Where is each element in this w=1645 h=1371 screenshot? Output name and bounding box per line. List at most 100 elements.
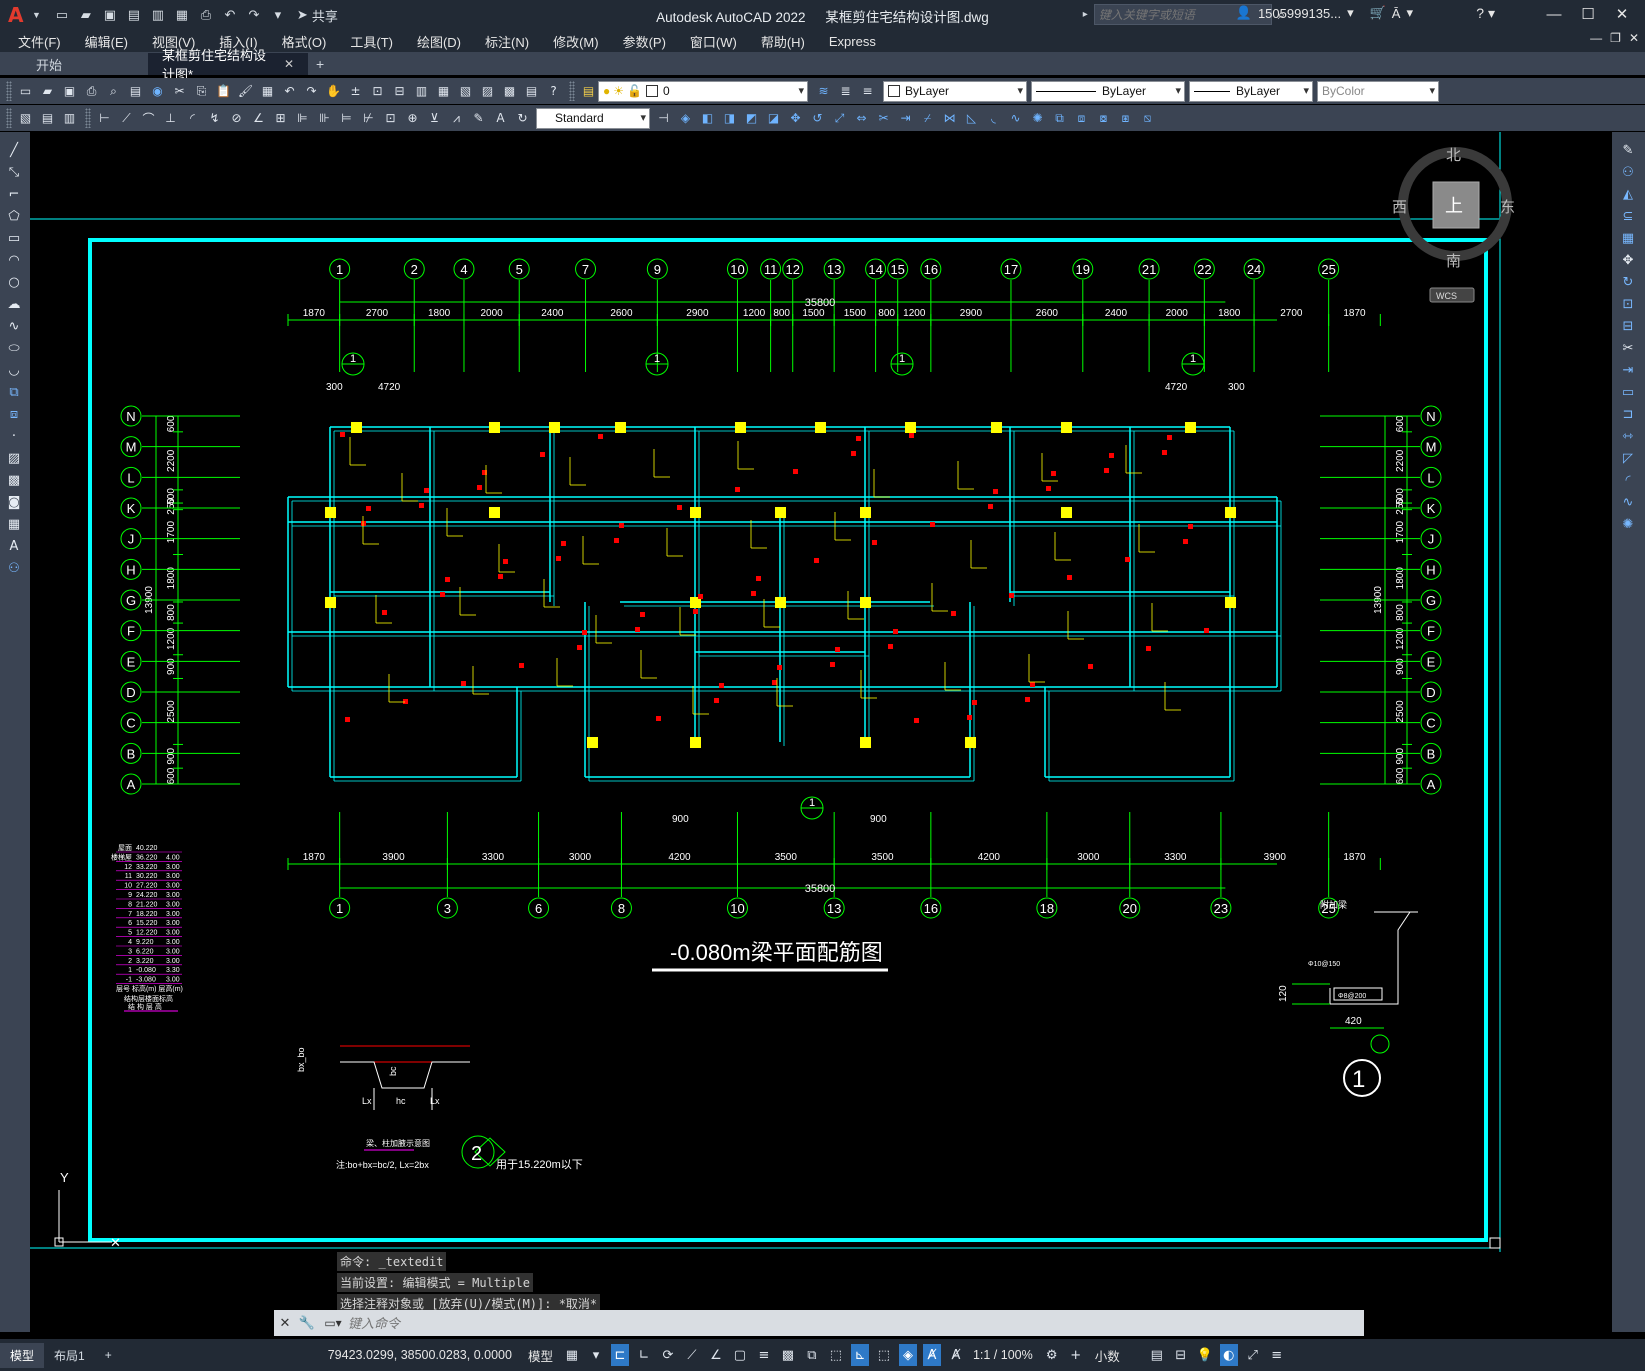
lineweight-icon[interactable]: ≡	[755, 1344, 773, 1366]
new-file-icon[interactable]: ▭	[53, 6, 71, 24]
design-center-icon[interactable]: ▦	[434, 82, 453, 101]
dim-break-icon[interactable]: ⊬	[359, 109, 378, 128]
polygon-icon[interactable]: ⬠	[3, 206, 25, 226]
paste-icon[interactable]: 📋	[214, 82, 233, 101]
lineweight-dropdown[interactable]: ByLayer	[1189, 80, 1313, 102]
grid-icon[interactable]: ▦	[563, 1344, 581, 1366]
cut-icon[interactable]: ✂	[170, 82, 189, 101]
dim-radius-icon[interactable]: ◜	[183, 109, 202, 128]
command-close-icon[interactable]: ✕	[274, 1315, 296, 1331]
selection-cycling-icon[interactable]: ⧉	[803, 1344, 821, 1366]
send-back-icon[interactable]: ⧇	[1094, 109, 1113, 128]
minimize-button[interactable]: —	[1537, 3, 1571, 27]
blend-icon[interactable]: ∿	[1006, 109, 1025, 128]
add-layout-icon[interactable]: +	[95, 1344, 122, 1366]
viewcube[interactable]: 上 北 南 东 西 WCS	[1392, 147, 1515, 303]
doc-minimize-icon[interactable]: —	[1590, 31, 1602, 45]
copy-object-icon[interactable]: ◧	[698, 109, 717, 128]
layer-previous-icon[interactable]: ≣	[836, 82, 855, 101]
markup-icon[interactable]: ▩	[500, 82, 519, 101]
doc-restore-icon[interactable]: ❐	[1610, 31, 1621, 45]
region-icon[interactable]: ◙	[3, 492, 25, 512]
line-icon[interactable]: ╱	[3, 140, 25, 160]
help-button[interactable]: ? ▾	[1476, 5, 1495, 22]
help-icon-tb[interactable]: ?	[544, 82, 563, 101]
app-menu-caret-icon[interactable]: ▼	[32, 10, 41, 20]
table-style-icon[interactable]: ▤	[38, 109, 57, 128]
quick-properties-icon[interactable]: ▤	[1148, 1344, 1166, 1366]
cart-icon[interactable]: 🛒	[1370, 5, 1386, 21]
point-icon[interactable]: ·	[3, 426, 25, 446]
dim-jogged-icon[interactable]: ↯	[205, 109, 224, 128]
clean-screen-icon[interactable]: ⤢	[1244, 1344, 1262, 1366]
trim-r-icon[interactable]: ✂	[1617, 338, 1639, 358]
customize-qat-icon[interactable]: ▾	[269, 6, 287, 24]
open-icon[interactable]: ▰	[38, 82, 57, 101]
array-icon[interactable]: ◪	[764, 109, 783, 128]
join-icon[interactable]: ⋈	[940, 109, 959, 128]
insert-block-icon[interactable]: ⧉	[3, 382, 25, 402]
break-point-icon[interactable]: ▭	[1617, 382, 1639, 402]
toolbar-grip[interactable]	[6, 81, 12, 101]
menu-file[interactable]: 文件(F)	[18, 32, 61, 51]
block-editor-icon[interactable]: ▦	[258, 82, 277, 101]
dim-ordinate-icon[interactable]: ⊥	[161, 109, 180, 128]
menu-edit[interactable]: 编辑(E)	[85, 32, 128, 51]
lock-ui-icon[interactable]: ⊟	[1172, 1344, 1190, 1366]
dim-edit-icon[interactable]: ✎	[469, 109, 488, 128]
spline-icon[interactable]: ∿	[3, 316, 25, 336]
osnap-icon[interactable]: ▢	[731, 1344, 749, 1366]
selection-filter-icon[interactable]: ⬚	[875, 1344, 893, 1366]
viewcube-wcs[interactable]: WCS	[1436, 291, 1457, 301]
explode-icon[interactable]: ✺	[1028, 109, 1047, 128]
dynamic-ucs-icon[interactable]: ⊾	[850, 1344, 869, 1366]
viewcube-north[interactable]: 北	[1446, 147, 1461, 164]
jogged-linear-icon[interactable]: ⩘	[447, 109, 466, 128]
tab-close-icon[interactable]: ✕	[284, 57, 294, 71]
command-customize-icon[interactable]: 🔧	[296, 1315, 318, 1331]
menu-window[interactable]: 窗口(W)	[690, 32, 737, 51]
break-icon[interactable]: ⌿	[918, 109, 937, 128]
blend-r-icon[interactable]: ∿	[1617, 492, 1639, 512]
copy-icon[interactable]: ⎘	[192, 82, 211, 101]
hatch-back-icon[interactable]: ⧅	[1138, 109, 1157, 128]
user-area[interactable]: 👤 1505999135... ▾ 🛒 Ā ▾	[1236, 5, 1413, 21]
dim-space-icon[interactable]: ⊨	[337, 109, 356, 128]
quickcalc-icon[interactable]: ▤	[522, 82, 541, 101]
redo-icon[interactable]: ↷	[245, 6, 263, 24]
move-r-icon[interactable]: ✥	[1617, 250, 1639, 270]
tab-active-drawing[interactable]: 某框剪住宅结构设计图* ✕	[148, 48, 308, 82]
dim-baseline-icon[interactable]: ⊫	[293, 109, 312, 128]
mtext-icon[interactable]: A	[3, 536, 25, 556]
share-button[interactable]: ➤ 共享	[297, 6, 338, 25]
table-icon[interactable]: ▦	[3, 514, 25, 534]
dim-aligned-icon[interactable]: ⟋	[117, 109, 136, 128]
mirror-r-icon[interactable]: ◭	[1617, 184, 1639, 204]
tolerance-icon[interactable]: ⊡	[381, 109, 400, 128]
tab-start[interactable]: 开始	[0, 53, 148, 75]
dim-update-icon[interactable]: ↻	[513, 109, 532, 128]
open-file-icon[interactable]: ▰	[77, 6, 95, 24]
plot-icon[interactable]: ⎙	[197, 6, 215, 24]
grid-caret-icon[interactable]: ▾	[587, 1344, 605, 1366]
match-prop-icon[interactable]: 🖌	[236, 82, 255, 101]
zoom-realtime-icon[interactable]: ±	[346, 82, 365, 101]
coordinates-readout[interactable]: 79423.0299, 38500.0283, 0.0000	[328, 1348, 512, 1362]
text-front-icon[interactable]: ⧆	[1116, 109, 1135, 128]
copy-r-icon[interactable]: ⚇	[1617, 162, 1639, 182]
draworder-icon[interactable]: ⧉	[1050, 109, 1069, 128]
stretch-icon[interactable]: ⇔	[852, 109, 871, 128]
inspect-icon[interactable]: ⊻	[425, 109, 444, 128]
viewcube-east[interactable]: 东	[1500, 199, 1515, 216]
dimstyle-dropdown[interactable]: Standard	[536, 107, 650, 129]
layer-state-icon[interactable]: ≡	[858, 82, 877, 101]
offset-r-icon[interactable]: ⊆	[1617, 206, 1639, 226]
menu-parametric[interactable]: 参数(P)	[623, 32, 666, 51]
ellipse-arc-icon[interactable]: ◡	[3, 360, 25, 380]
join-r-icon[interactable]: ⇿	[1617, 426, 1639, 446]
center-mark-icon[interactable]: ⊕	[403, 109, 422, 128]
osnap-tracking-icon[interactable]: ∠	[707, 1344, 725, 1366]
menu-dimension[interactable]: 标注(N)	[485, 32, 529, 51]
trim-icon[interactable]: ✂	[874, 109, 893, 128]
doc-close-icon[interactable]: ✕	[1629, 31, 1639, 45]
